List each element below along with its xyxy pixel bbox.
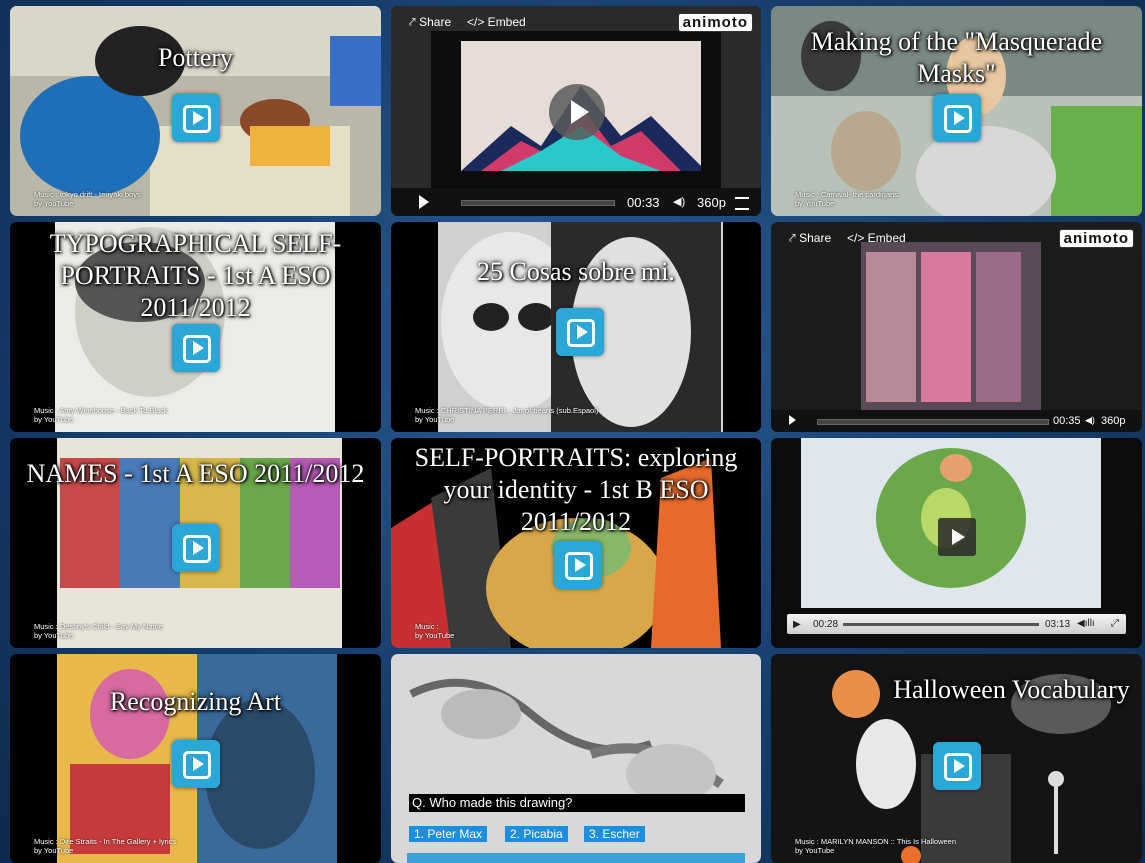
fullscreen-icon[interactable] — [735, 197, 749, 210]
music-credit: Music : tokyo drift - teriyaki boys by Yo… — [34, 190, 141, 208]
volume-icon[interactable]: ◀ıllı — [1077, 618, 1095, 629]
video-title: Halloween Vocabulary — [893, 675, 1130, 704]
answer-option-3[interactable]: 3. Escher — [584, 826, 645, 842]
music-label: Music : CHRISTINA PERRI - Jar of hearts … — [415, 406, 599, 415]
total-time: 03:13 — [1045, 619, 1071, 630]
video-tile-masquerade-masks[interactable]: Making of the "Masquerade Masks" Music :… — [771, 6, 1142, 216]
music-credit: Music : by YouTube — [415, 622, 454, 640]
play-button[interactable] — [933, 94, 981, 142]
animoto-logo: animoto — [677, 13, 753, 32]
animoto-thumbnail — [771, 222, 1142, 432]
volume-icon[interactable]: ◀) — [1085, 415, 1095, 426]
video-title: Recognizing Art — [109, 687, 282, 716]
video-tile-recognizing-art[interactable]: Recognizing Art Music : Dire Straits - I… — [10, 654, 381, 863]
share-icon: ⤤ — [789, 231, 796, 245]
music-label: Music : Dire Straits - In The Gallery + … — [34, 837, 177, 846]
share-label: Share — [799, 231, 832, 245]
music-credit: Music : Carnival- the cardigans by YouTub… — [795, 190, 898, 208]
video-tile-halloween-vocabulary[interactable]: Halloween Vocabulary Music : MARILYN MAN… — [771, 654, 1142, 863]
seek-bar[interactable] — [843, 623, 1039, 626]
source-label: by YouTube — [34, 631, 74, 640]
player-controls: ▶ 00:28 03:13 ◀ıllı ⤢ — [787, 614, 1126, 634]
source-label: by YouTube — [34, 199, 74, 208]
answer-option-1[interactable]: 1. Peter Max — [409, 826, 488, 842]
embed-button[interactable]: </> Embed — [467, 15, 526, 29]
video-tile-animoto-2[interactable]: ⤤ Share </> Embed animoto 00:35 ◀) 360p — [771, 222, 1142, 432]
music-label: Music : tokyo drift - teriyaki boys — [34, 190, 141, 199]
source-label: by YouTube — [795, 199, 835, 208]
play-icon[interactable] — [789, 415, 796, 425]
video-tile-names[interactable]: NAMES - 1st A ESO 2011/2012 Music : Dest… — [10, 438, 381, 648]
embed-button[interactable]: </> Embed — [847, 231, 906, 245]
animoto-logo: animoto — [1058, 229, 1134, 248]
animoto-top-bar: ⤤ Share </> Embed animoto — [391, 6, 761, 36]
volume-icon[interactable]: ◀) — [673, 195, 685, 208]
share-icon: ⤤ — [409, 15, 416, 29]
quiz-question: Q. Who made this drawing? — [409, 794, 745, 812]
play-button[interactable] — [172, 524, 220, 572]
video-tile-typographical-self-portraits[interactable]: TYPOGRAPHICAL SELF-PORTRAITS - 1st A ESO… — [10, 222, 381, 432]
music-label: Music : Amy Winehouse - Back To Black — [34, 406, 168, 415]
video-tile-self-portraits-identity[interactable]: SELF-PORTRAITS: exploring your identity … — [391, 438, 761, 648]
music-label: Music : MARILYN MANSON :: This Is Hallow… — [795, 837, 957, 846]
play-button[interactable] — [554, 541, 602, 589]
video-title: NAMES - 1st A ESO 2011/2012 — [26, 459, 365, 488]
play-button[interactable] — [172, 94, 220, 142]
current-time: 00:28 — [813, 619, 839, 630]
music-credit: Music : Amy Winehouse - Back To Black by … — [34, 406, 168, 424]
share-label: Share — [419, 15, 452, 29]
play-icon[interactable]: ▶ — [793, 619, 801, 630]
fullscreen-icon[interactable]: ⤢ — [1111, 618, 1119, 629]
video-tile-animoto-1[interactable]: ⤤ Share </> Embed animoto 00:33 ◀) 360p — [391, 6, 761, 216]
video-tile-25-cosas[interactable]: 25 Cosas sobre mi. Music : CHRISTINA PER… — [391, 222, 761, 432]
video-controls: 00:33 ◀) 360p — [391, 188, 761, 216]
play-icon[interactable] — [419, 195, 429, 209]
video-title: Making of the "Masquerade Masks" — [810, 27, 1103, 88]
music-credit: Music : CHRISTINA PERRI - Jar of hearts … — [415, 406, 598, 424]
music-credit: Music : Destiny's Child - Say My Name by … — [34, 622, 163, 640]
play-button[interactable] — [172, 324, 220, 372]
play-button[interactable] — [933, 742, 981, 790]
seek-bar[interactable] — [461, 200, 615, 206]
music-credit: Music : Dire Straits - In The Gallery + … — [34, 837, 176, 855]
play-button[interactable] — [938, 518, 976, 556]
video-tile-fruit-face[interactable]: ▶ 00:28 03:13 ◀ıllı ⤢ — [771, 438, 1142, 648]
video-tile-pottery[interactable]: Pottery Music : tokyo drift - teriyaki b… — [10, 6, 381, 216]
video-title: 25 Cosas sobre mi. — [477, 257, 675, 286]
time-display: 00:33 — [627, 195, 660, 210]
share-button[interactable]: ⤤ Share — [789, 231, 831, 246]
video-controls: 00:35 ◀) 360p — [771, 410, 1142, 432]
animoto-top-bar: ⤤ Share </> Embed animoto — [771, 222, 1142, 252]
player-controls[interactable] — [407, 853, 745, 863]
video-tile-drawing-quiz[interactable]: Q. Who made this drawing? 1. Peter Max 2… — [391, 654, 761, 863]
resolution-button[interactable]: 360p — [697, 195, 726, 210]
answer-option-2[interactable]: 2. Picabia — [505, 826, 568, 842]
video-title: SELF-PORTRAITS: exploring your identity … — [414, 443, 738, 536]
music-label: Music : Carnival- the cardigans — [795, 190, 898, 199]
play-button[interactable] — [556, 308, 604, 356]
big-play-button[interactable] — [549, 84, 605, 140]
source-label: by YouTube — [34, 846, 74, 855]
video-title: Pottery — [157, 43, 234, 72]
video-title: TYPOGRAPHICAL SELF-PORTRAITS - 1st A ESO… — [49, 229, 342, 322]
seek-bar[interactable] — [817, 419, 1049, 425]
play-button[interactable] — [172, 740, 220, 788]
source-label: by YouTube — [34, 415, 74, 424]
resolution-button[interactable]: 360p — [1101, 415, 1125, 427]
source-label: by YouTube — [415, 631, 455, 640]
music-label: Music : — [415, 622, 439, 631]
source-label: by YouTube — [415, 415, 455, 424]
time-display: 00:35 — [1053, 415, 1081, 427]
music-label: Music : Destiny's Child - Say My Name — [34, 622, 163, 631]
music-credit: Music : MARILYN MANSON :: This Is Hallow… — [795, 837, 956, 855]
source-label: by YouTube — [795, 846, 835, 855]
share-button[interactable]: ⤤ Share — [409, 15, 451, 30]
